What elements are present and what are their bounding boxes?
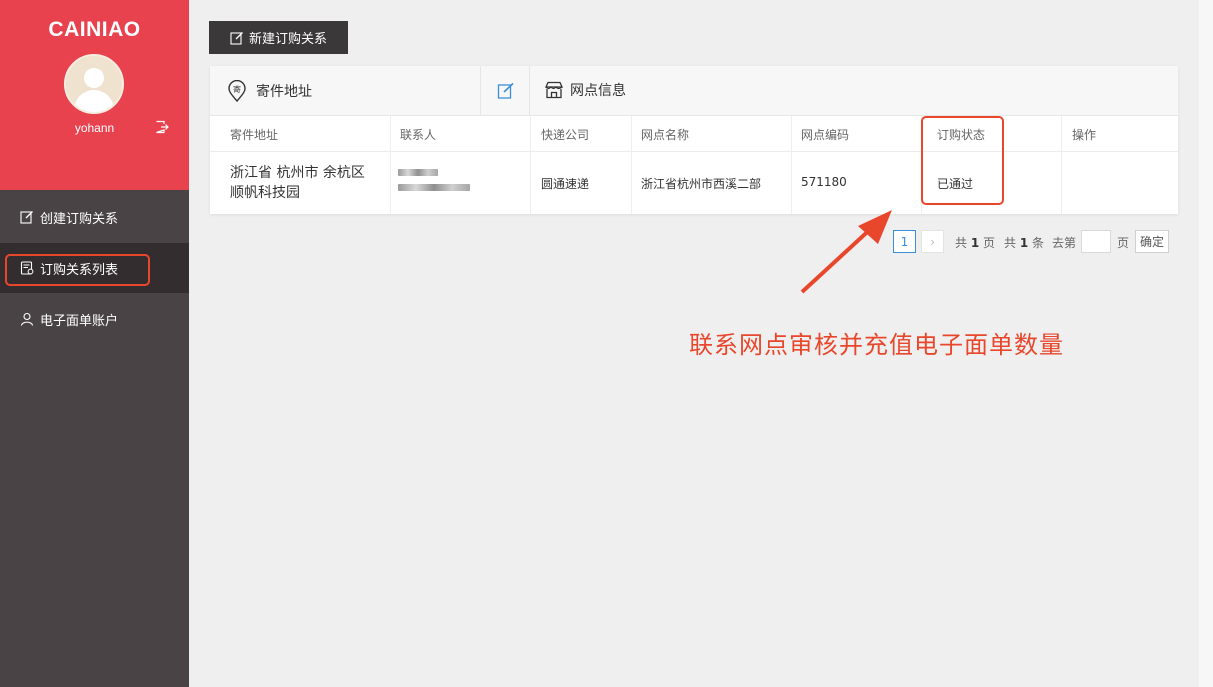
edit-icon (230, 31, 243, 45)
sidebar-item-label: 创建订购关系 (40, 211, 119, 227)
contact-name-redacted (398, 169, 438, 176)
sidebar-item-create-order[interactable]: 创建订购关系 (0, 192, 189, 242)
logout-icon[interactable] (155, 120, 169, 134)
edit-address-icon[interactable] (497, 82, 515, 100)
pagination-next-button[interactable]: › (921, 230, 944, 253)
sidebar-header: CAINIAO yohann (0, 0, 189, 190)
pagination-total-pages: 共 1 页 (955, 236, 996, 250)
order-relation-card: 寄 寄件地址 网点信息 寄件地址 联系人 快递公司 网点名称 网点编码 订购状态… (210, 66, 1178, 214)
card-header: 寄 寄件地址 网点信息 (210, 66, 1178, 116)
pagination-goto-label: 去第 (1052, 236, 1077, 250)
table-row-site-name: 浙江省杭州市西溪二部 (641, 177, 762, 191)
column-header-company: 快递公司 (541, 128, 590, 142)
pagination-goto-input[interactable] (1081, 230, 1111, 253)
column-header-contact: 联系人 (400, 128, 437, 142)
svg-text:寄: 寄 (233, 84, 241, 94)
column-header-address: 寄件地址 (230, 128, 279, 142)
column-header-actions: 操作 (1072, 128, 1097, 142)
pagination-confirm-button[interactable]: 确定 (1135, 230, 1169, 253)
column-header-site-code: 网点编码 (801, 128, 850, 142)
pagination-total-items: 共 1 条 (1004, 236, 1045, 250)
avatar[interactable] (64, 54, 124, 114)
highlight-box-order-list (5, 254, 150, 286)
sidebar-item-label: 电子面单账户 (40, 313, 119, 329)
scrollbar-track[interactable] (1199, 0, 1213, 687)
new-order-label: 新建订购关系 (248, 32, 327, 47)
annotation-text: 联系网点审核并充值电子面单数量 (689, 331, 1064, 359)
sidebar: CAINIAO yohann 创建订购关系 订购关系列表 电子面单账户 (0, 0, 189, 687)
pagination-page-1[interactable]: 1 (893, 230, 916, 253)
column-header-site-name: 网点名称 (641, 128, 690, 142)
site-section-title: 网点信息 (544, 80, 626, 100)
location-pin-icon: 寄 (228, 80, 246, 102)
store-icon (544, 81, 564, 99)
annotation-arrow-icon (800, 210, 892, 294)
address-section-title: 寄 寄件地址 (226, 80, 312, 102)
sidebar-item-waybill-account[interactable]: 电子面单账户 (0, 294, 189, 344)
table-row-company: 圆通速递 (541, 177, 590, 191)
edit-icon (20, 211, 33, 224)
pagination-goto-suffix: 页 (1117, 236, 1130, 250)
user-icon (20, 312, 34, 326)
new-order-button[interactable]: 新建订购关系 (209, 21, 348, 54)
brand-logo: CAINIAO (48, 18, 141, 41)
highlight-box-status (921, 116, 1004, 205)
table-row-address: 浙江省 杭州市 余杭区 顺帆科技园 (230, 165, 365, 201)
contact-phone-redacted (398, 184, 470, 191)
table-row-site-code: 571180 (801, 175, 847, 189)
